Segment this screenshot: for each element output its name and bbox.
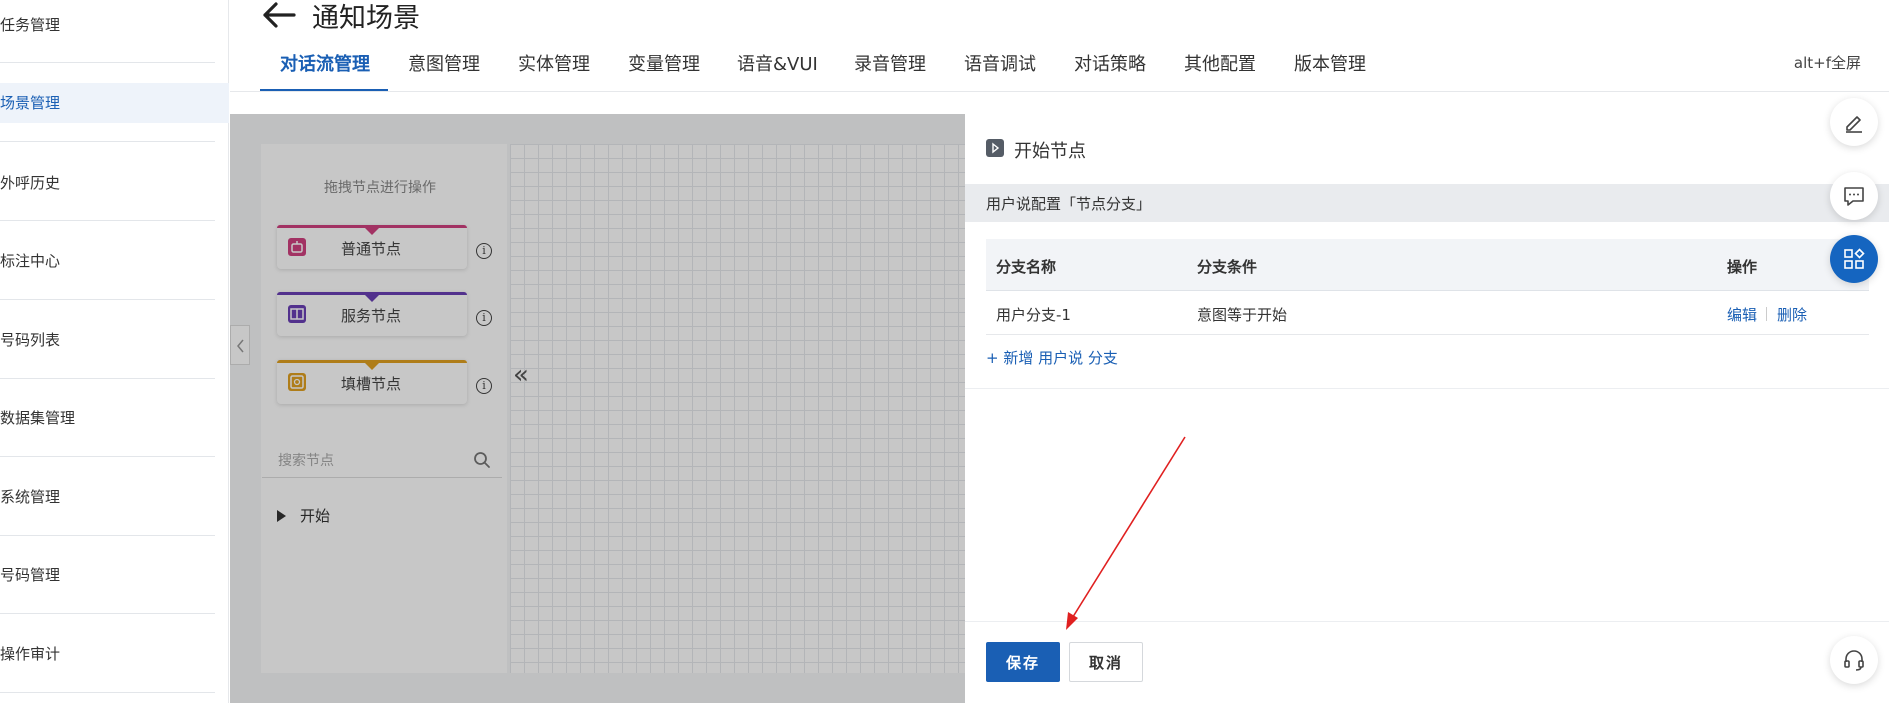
add-branch-link[interactable]: + 新增 用户说 分支	[986, 347, 1118, 368]
column-header-name: 分支名称	[996, 258, 1057, 276]
sidebar-item-label: 系统管理	[0, 488, 61, 506]
divider	[965, 388, 1889, 389]
divider	[0, 535, 215, 536]
sidebar-item-label: 号码列表	[0, 331, 61, 349]
fullscreen-hint: alt+f全屏	[1793, 54, 1861, 72]
headset-icon	[1844, 650, 1864, 671]
divider	[965, 621, 1889, 622]
back-arrow-icon[interactable]	[260, 0, 296, 30]
tab-version[interactable]: 版本管理	[1294, 50, 1366, 92]
chat-tool-button[interactable]	[1830, 172, 1878, 220]
divider	[230, 91, 1889, 92]
sidebar-item-label: 场景管理	[0, 94, 61, 112]
branch-name: 用户分支-1	[996, 306, 1071, 324]
sidebar-item-label: 操作审计	[0, 645, 61, 663]
tab-other-config[interactable]: 其他配置	[1184, 50, 1256, 92]
cancel-button[interactable]: 取消	[1069, 642, 1143, 682]
save-button[interactable]: 保存	[986, 642, 1060, 682]
sidebar-item-scene-management[interactable]: 场景管理	[0, 83, 229, 123]
tab-voice-debug[interactable]: 语音调试	[964, 50, 1036, 92]
branch-condition: 意图等于开始	[1197, 306, 1288, 324]
tab-intent[interactable]: 意图管理	[408, 50, 480, 92]
column-header-condition: 分支条件	[1197, 258, 1258, 276]
node-config-drawer: 开始节点 用户说配置「节点分支」 分支名称 分支条件 操作 用户分支-1 意图等…	[965, 114, 1889, 703]
sidebar-item-system-management[interactable]: 系统管理	[0, 477, 215, 517]
sidebar-item-label: 任务管理	[0, 16, 61, 34]
divider	[0, 299, 215, 300]
edit-icon	[1846, 116, 1862, 133]
divider	[0, 378, 215, 379]
tab-dialog-flow[interactable]: 对话流管理	[260, 50, 388, 92]
sidebar-item-number-management[interactable]: 号码管理	[0, 555, 215, 595]
divider	[0, 456, 215, 457]
divider	[0, 62, 215, 63]
sidebar-item-call-history[interactable]: 外呼历史	[0, 163, 215, 203]
table-header: 分支名称 分支条件 操作	[986, 239, 1869, 291]
support-button[interactable]	[1830, 636, 1878, 684]
drawer-title: 开始节点	[1014, 141, 1086, 162]
delete-link[interactable]: 删除	[1777, 304, 1807, 325]
sidebar-item-operation-audit[interactable]: 操作审计	[0, 634, 215, 674]
sidebar-item-label: 标注中心	[0, 252, 61, 270]
chat-icon	[1844, 187, 1864, 206]
modal-mask[interactable]	[230, 114, 965, 703]
tab-recording[interactable]: 录音管理	[854, 50, 926, 92]
table-row: 用户分支-1 意图等于开始 编辑 删除	[986, 291, 1869, 335]
page-header: 通知场景 对话流管理 意图管理 实体管理 变量管理 语音&VUI 录音管理 语音…	[230, 0, 1889, 92]
tab-dialog-strategy[interactable]: 对话策略	[1074, 50, 1146, 92]
sidebar-item-label: 数据集管理	[0, 409, 76, 427]
sidebar-item-number-list[interactable]: 号码列表	[0, 320, 215, 360]
tab-voice-vui[interactable]: 语音&VUI	[737, 50, 818, 92]
sidebar-item-label: 号码管理	[0, 566, 61, 584]
sidebar: 任务管理 场景管理 外呼历史 标注中心 号码列表 数据集管理 系统管理 号码管理…	[0, 0, 229, 703]
sidebar-item-annotation-center[interactable]: 标注中心	[0, 241, 215, 281]
page-title: 通知场景	[312, 3, 420, 34]
section-title: 用户说配置「节点分支」	[986, 195, 1152, 213]
apps-tool-button[interactable]	[1830, 235, 1878, 283]
apps-icon	[1844, 248, 1865, 269]
sidebar-item-task-management[interactable]: 任务管理	[0, 5, 215, 45]
sidebar-item-label: 外呼历史	[0, 174, 61, 192]
sidebar-item-dataset-management[interactable]: 数据集管理	[0, 398, 215, 438]
divider	[0, 613, 215, 614]
tab-entity[interactable]: 实体管理	[518, 50, 590, 92]
divider	[0, 692, 215, 693]
play-icon	[986, 139, 1004, 157]
edit-link[interactable]: 编辑	[1727, 304, 1757, 325]
divider	[0, 220, 215, 221]
column-header-actions: 操作	[1727, 258, 1758, 276]
tab-variable[interactable]: 变量管理	[628, 50, 700, 92]
divider	[1766, 307, 1767, 321]
edit-tool-button[interactable]	[1830, 98, 1878, 146]
divider	[0, 141, 215, 142]
